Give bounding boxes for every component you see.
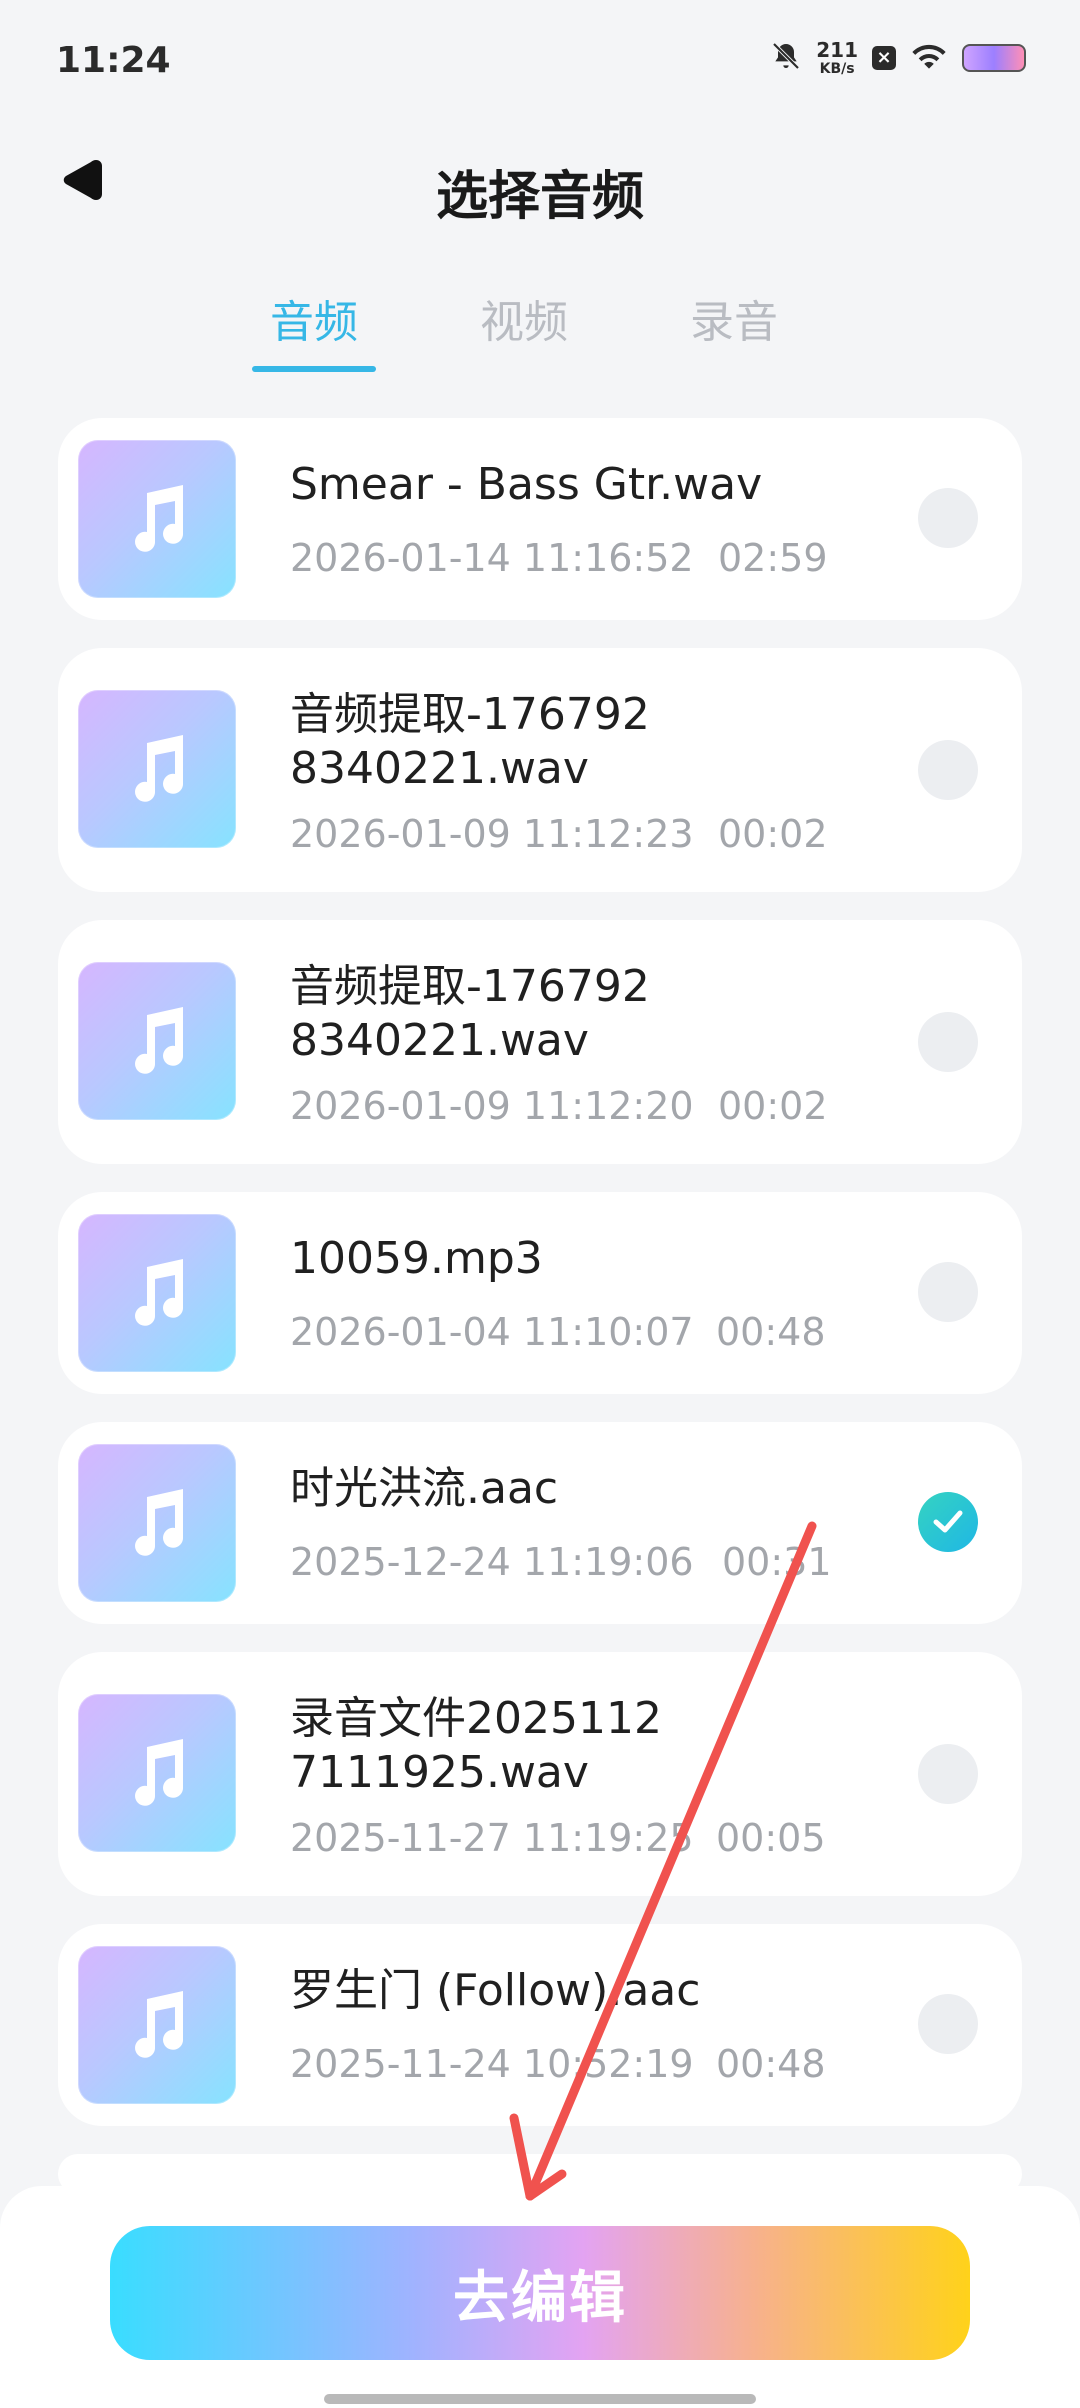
item-date: 2025-11-24 10:52:19 [290, 2042, 694, 2086]
list-item[interactable]: 录音文件20251127111925.wav 2025-11-27 11:19:… [58, 1652, 1022, 1896]
audio-thumbnail [78, 1694, 236, 1852]
close-box-icon: × [872, 46, 896, 70]
item-name: 10059.mp3 [290, 1233, 543, 1284]
select-radio-checked[interactable] [918, 1492, 978, 1552]
network-speed: 211 KB/s [816, 40, 858, 76]
select-radio[interactable] [918, 1262, 978, 1322]
select-radio[interactable] [918, 740, 978, 800]
item-date: 2026-01-09 11:12:20 [290, 1084, 694, 1128]
audio-thumbnail [78, 962, 236, 1120]
audio-thumbnail [78, 1214, 236, 1372]
header: 选择音频 [0, 120, 1080, 240]
item-duration: 00:48 [716, 1310, 826, 1354]
audio-thumbnail [78, 690, 236, 848]
item-name: 音频提取-1767928340221.wav [290, 961, 650, 1066]
item-date: 2025-11-27 11:19:25 [290, 1816, 694, 1860]
music-note-icon [135, 1991, 184, 2058]
page-title: 选择音频 [435, 167, 644, 227]
tab-bar: 音频 视频 录音 [252, 290, 796, 378]
item-duration: 00:48 [716, 2042, 826, 2086]
wifi-icon [910, 41, 948, 75]
music-note-icon [135, 1007, 184, 1074]
item-date: 2025-12-24 11:19:06 [290, 1540, 694, 1584]
music-note-icon [135, 735, 184, 802]
item-date: 2026-01-14 11:16:52 [290, 536, 694, 580]
network-speed-unit: KB/s [819, 61, 855, 77]
tab-recording[interactable]: 录音 [672, 290, 796, 378]
battery-icon [962, 44, 1026, 72]
music-note-icon [135, 1739, 184, 1806]
select-radio[interactable] [918, 1994, 978, 2054]
item-duration: 00:31 [722, 1540, 832, 1584]
list-item[interactable]: 音频提取-1767928340221.wav 2026-01-09 11:12:… [58, 648, 1022, 892]
item-name: 音频提取-1767928340221.wav [290, 689, 650, 794]
item-name: 时光洪流.aac [290, 1463, 559, 1514]
audio-thumbnail [78, 1946, 236, 2104]
tab-audio[interactable]: 音频 [252, 290, 376, 378]
music-note-icon [135, 485, 184, 552]
list-item[interactable]: Smear - Bass Gtr.wav 2026-01-14 11:16:52… [58, 418, 1022, 620]
home-indicator [324, 2394, 756, 2404]
list-item[interactable]: 10059.mp3 2026-01-04 11:10:07 00:48 [58, 1192, 1022, 1394]
select-radio[interactable] [918, 488, 978, 548]
item-duration: 00:05 [716, 1816, 826, 1860]
select-radio[interactable] [918, 1744, 978, 1804]
status-bar: 11:24 211 KB/s × [0, 0, 1080, 124]
list-item[interactable]: 音频提取-1767928340221.wav 2026-01-09 11:12:… [58, 920, 1022, 1164]
audio-thumbnail [78, 1444, 236, 1602]
network-speed-value: 211 [816, 38, 858, 62]
list-item[interactable]: 罗生门 (Follow).aac 2025-11-24 10:52:19 00:… [58, 1924, 1022, 2126]
status-icons: 211 KB/s × [770, 40, 1026, 76]
tab-video[interactable]: 视频 [462, 290, 586, 378]
item-duration: 00:02 [718, 812, 828, 856]
item-duration: 00:02 [718, 1084, 828, 1128]
bell-off-icon [770, 40, 802, 76]
status-time: 11:24 [56, 40, 171, 81]
item-date: 2026-01-09 11:12:23 [290, 812, 694, 856]
item-duration: 02:59 [718, 536, 828, 580]
list-item-selected[interactable]: 时光洪流.aac 2025-12-24 11:19:06 00:31 [58, 1422, 1022, 1624]
select-radio[interactable] [918, 1012, 978, 1072]
audio-thumbnail [78, 440, 236, 598]
music-note-icon [135, 1259, 184, 1326]
item-name: 录音文件20251127111925.wav [290, 1693, 662, 1798]
item-name: 罗生门 (Follow).aac [290, 1965, 701, 2016]
music-note-icon [135, 1489, 184, 1556]
item-date: 2026-01-04 11:10:07 [290, 1310, 694, 1354]
item-name: Smear - Bass Gtr.wav [290, 459, 763, 510]
edit-button[interactable]: 去编辑 [110, 2226, 970, 2360]
check-icon [933, 1510, 963, 1533]
